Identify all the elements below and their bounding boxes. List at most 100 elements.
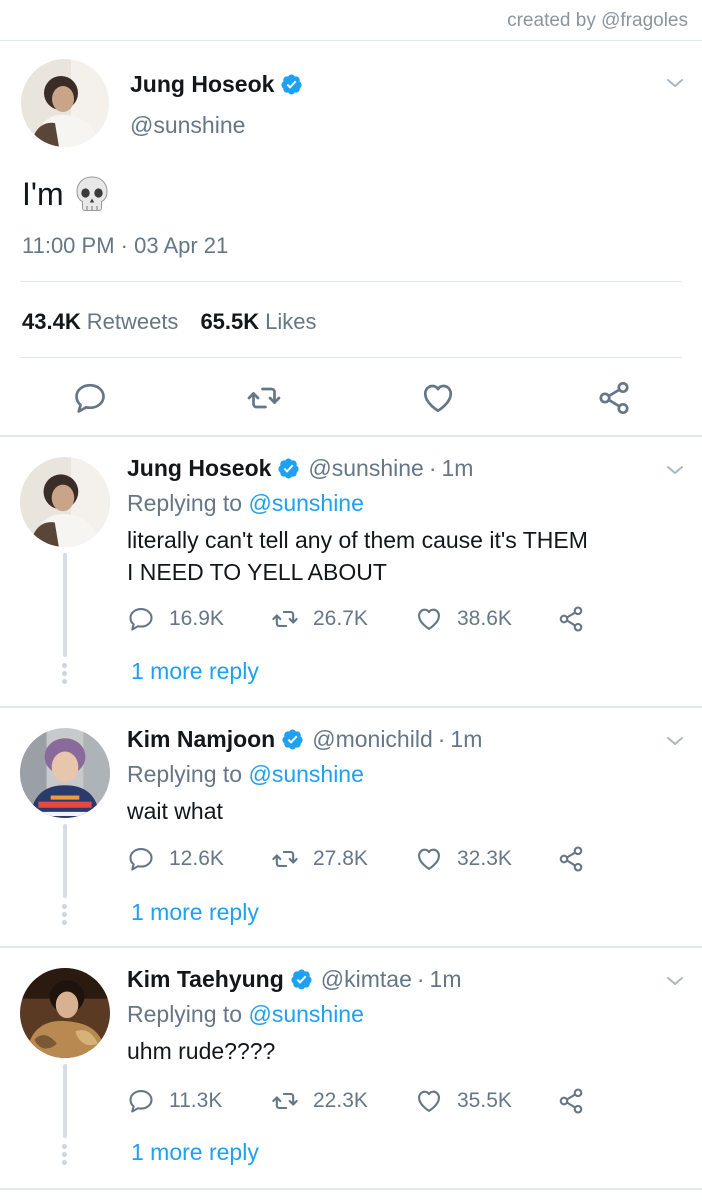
tweet-text: I'm [22,174,112,214]
retweet-icon [271,1087,299,1115]
retweets-count: 43.4K [22,309,81,334]
skull-icon [76,176,108,211]
author-handle[interactable]: @kimtae [321,966,412,993]
verified-badge-icon [280,73,303,96]
verified-badge-icon [277,457,300,480]
reply-time: 1m [450,726,483,752]
likes-count: 38.6K [457,607,512,630]
thread-line [63,553,67,657]
retweets-label: Retweets [86,309,179,334]
share-button[interactable] [594,378,634,418]
author-name[interactable]: Jung Hoseok [130,71,274,98]
avatar[interactable] [20,728,110,818]
reply-tweet: Kim Namjoon @monichild · 1m Replying to … [0,708,702,946]
replying-prefix: Replying to [127,761,243,787]
replying-to: Replying to @sunshine [127,761,364,788]
reply-text-line: wait what [127,798,223,824]
reply-time: 1m [441,455,474,481]
separator: · [437,726,446,752]
reply-button[interactable] [70,378,110,418]
reply-button[interactable]: 12.6K [127,845,224,873]
retweet-button[interactable]: 22.3K [271,1087,368,1115]
avatar[interactable] [21,59,109,147]
retweets-count: 27.8K [313,847,368,870]
retweets-count: 26.7K [313,607,368,630]
share-icon [596,380,632,416]
reply-tweet: Jung Hoseok @sunshine · 1m Replying to @… [0,437,702,706]
like-button[interactable]: 32.3K [415,845,512,873]
retweet-button[interactable]: 26.7K [271,605,368,633]
reply-button[interactable]: 16.9K [127,605,224,633]
replies-count: 11.3K [169,1089,223,1112]
likes-stat[interactable]: 65.5K Likes [200,309,316,335]
retweet-button[interactable]: 27.8K [271,845,368,873]
replying-to-handle[interactable]: @sunshine [248,761,363,787]
likes-count: 65.5K [200,309,260,334]
share-button[interactable] [557,605,599,633]
author-name[interactable]: Jung Hoseok [127,455,271,482]
reply-tweet: Kim Taehyung @kimtae · 1m Replying to @s… [0,948,702,1188]
avatar[interactable] [20,457,110,547]
retweet-icon [271,845,299,873]
thread-line [63,1064,67,1138]
reply-time: 1m [429,966,462,992]
author-name[interactable]: Kim Taehyung [127,966,284,993]
avatar[interactable] [20,968,110,1058]
likes-label: Likes [265,309,317,334]
separator: · [416,966,425,992]
chevron-down-icon[interactable] [666,736,684,746]
replying-to-handle[interactable]: @sunshine [248,1001,363,1027]
stats-divider-bottom [20,357,682,358]
retweets-stat[interactable]: 43.4K Retweets [22,309,178,335]
reply-text-line: I NEED TO YELL ABOUT [127,559,387,585]
replying-to: Replying to @sunshine [127,1001,364,1028]
retweet-icon [271,605,299,633]
author-handle[interactable]: @sunshine [308,455,423,482]
reply-header: Kim Taehyung @kimtae · 1m [127,966,461,993]
credit-text: created by @fragoles [507,10,688,31]
like-button[interactable] [418,378,458,418]
replying-to-handle[interactable]: @sunshine [248,490,363,516]
replying-prefix: Replying to [127,1001,243,1027]
tweet-stats: 43.4K Retweets 65.5K Likes [22,309,339,335]
reply-header: Kim Namjoon @monichild · 1m [127,726,482,753]
thread-dots [62,904,68,928]
reply-actions: 16.9K 26.7K 38.6K [127,605,597,637]
heart-icon [420,380,456,416]
reply-actions: 11.3K 22.3K 35.5K [127,1087,597,1119]
retweet-icon [246,380,282,416]
author-handle[interactable]: @sunshine [130,112,245,139]
main-tweet: Jung Hoseok @sunshine I'm 11:00 PM · 03 … [0,41,702,435]
retweet-button[interactable] [244,378,284,418]
separator: · [428,455,437,481]
chevron-down-icon[interactable] [666,465,684,475]
tweet-actions [0,378,702,418]
stats-divider-top [20,281,682,282]
like-button[interactable]: 35.5K [415,1087,512,1115]
author-handle[interactable]: @monichild [312,726,433,753]
share-button[interactable] [557,845,599,873]
chevron-down-icon[interactable] [666,78,684,88]
reply-icon [127,845,155,873]
more-replies-link[interactable]: 1 more reply [131,658,259,685]
more-replies-link[interactable]: 1 more reply [131,1139,259,1166]
reply-icon [127,1087,155,1115]
retweets-count: 22.3K [313,1089,368,1112]
likes-count: 32.3K [457,847,512,870]
like-button[interactable]: 38.6K [415,605,512,633]
more-replies-link[interactable]: 1 more reply [131,899,259,926]
share-icon [557,605,585,633]
reply-button[interactable]: 11.3K [127,1087,222,1115]
heart-icon [415,605,443,633]
reply-text: wait what [127,795,667,827]
author-name-row: Jung Hoseok [130,71,303,98]
replying-prefix: Replying to [127,490,243,516]
share-icon [557,845,585,873]
share-button[interactable] [557,1087,599,1115]
chevron-down-icon[interactable] [666,976,684,986]
author-name[interactable]: Kim Namjoon [127,726,275,753]
share-icon [557,1087,585,1115]
reply-icon [127,605,155,633]
thread-dots [62,663,68,687]
heart-icon [415,1087,443,1115]
